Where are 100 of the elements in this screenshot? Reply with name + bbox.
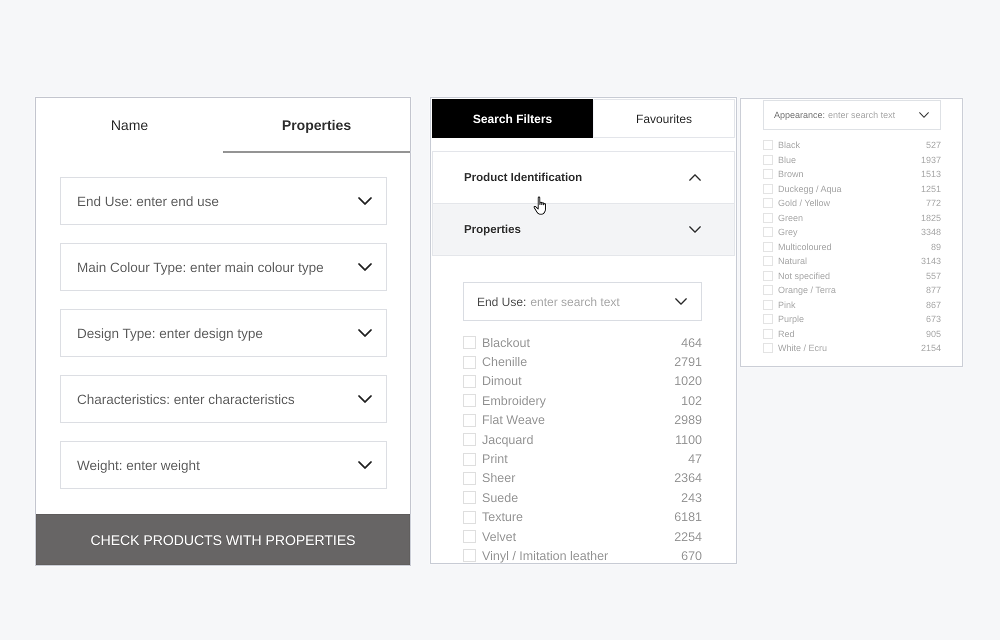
option-label: Orange / Terra: [778, 285, 837, 296]
chevron-down-icon: [358, 395, 372, 403]
option-count: 905: [926, 328, 941, 339]
option-label: Sheer: [482, 471, 516, 486]
option-label: Multicoloured: [778, 242, 833, 252]
option-count: 673: [926, 314, 941, 324]
option-count: 47: [688, 452, 702, 466]
option-count: 464: [681, 336, 702, 350]
checkbox[interactable]: [463, 510, 476, 524]
checkbox[interactable]: [463, 374, 476, 388]
chevron-down-icon: [358, 197, 372, 205]
dropdown-field[interactable]: Appearance: enter search text: [763, 100, 941, 130]
option-count: 527: [926, 140, 941, 150]
option-label: Jacquard: [482, 432, 534, 447]
checkbox[interactable]: [763, 169, 773, 180]
option-label: Print: [482, 452, 509, 466]
checkbox[interactable]: [763, 314, 773, 324]
option-label: Red: [778, 328, 796, 339]
option-count: 670: [681, 548, 702, 563]
option-label: Purple: [778, 314, 806, 324]
option-label: Grey: [778, 227, 799, 238]
accordion-header[interactable]: Properties: [433, 204, 734, 256]
checkbox[interactable]: [763, 140, 773, 150]
checkbox[interactable]: [763, 242, 773, 252]
option-label: Gold / Yellow: [778, 198, 832, 208]
dropdown-field[interactable]: End Use: enter search text: [463, 282, 702, 321]
checkbox[interactable]: [763, 270, 773, 281]
option-count: 1513: [920, 169, 941, 180]
field-label: Appearance:: [774, 110, 826, 120]
option-count: 2791: [674, 355, 702, 370]
checkbox[interactable]: [763, 184, 773, 194]
option-count: 102: [681, 394, 702, 408]
checkbox[interactable]: [763, 300, 773, 310]
dropdown-field[interactable]: Weight: enter weight: [60, 441, 387, 489]
option-label: Duckegg / Aqua: [778, 184, 843, 194]
checkbox[interactable]: [763, 343, 773, 354]
checkbox[interactable]: [463, 336, 476, 350]
dropdown-input[interactable]: Characteristics: enter characteristics: [77, 392, 358, 406]
option-label: Blackout: [482, 336, 531, 350]
option-count: 2989: [674, 413, 702, 428]
option-label: Brown: [778, 169, 805, 180]
dropdown-field[interactable]: Characteristics: enter characteristics: [60, 375, 387, 423]
dropdown-input[interactable]: End Use: enter end use: [77, 194, 358, 208]
checkbox[interactable]: [463, 394, 476, 408]
option-count: 1937: [920, 154, 941, 165]
option-count: 3348: [920, 227, 941, 238]
option-label: Vinyl / Imitation leather: [482, 548, 610, 563]
dropdown-field[interactable]: Main Colour Type: enter main colour type: [60, 243, 387, 291]
checkbox[interactable]: [463, 356, 476, 369]
checkbox[interactable]: [763, 212, 773, 223]
option-label: Black: [778, 140, 802, 150]
option-count: 2364: [674, 471, 702, 486]
checkbox[interactable]: [763, 227, 773, 238]
option-label: Chenille: [482, 355, 528, 370]
checkbox[interactable]: [463, 452, 476, 466]
checkbox[interactable]: [763, 256, 773, 266]
checkbox[interactable]: [463, 549, 476, 562]
search-input[interactable]: enter search text: [828, 110, 916, 120]
checkbox[interactable]: [763, 198, 773, 208]
option-label: Not specified: [778, 270, 832, 281]
checkbox[interactable]: [463, 472, 476, 485]
option-label: Natural: [778, 256, 808, 266]
chevron-down-icon: [675, 298, 687, 305]
checkbox[interactable]: [463, 433, 476, 446]
option-count: 867: [926, 300, 941, 310]
dropdown-input[interactable]: Design Type: enter design type: [77, 326, 358, 340]
option-count: 2254: [674, 530, 702, 544]
checkbox[interactable]: [763, 154, 773, 165]
field-label: End Use:: [477, 294, 526, 308]
checkbox[interactable]: [463, 491, 476, 504]
checkbox[interactable]: [763, 328, 773, 339]
option-count: 557: [926, 270, 941, 281]
option-count: 3143: [920, 256, 941, 266]
chevron-up-icon: [689, 174, 701, 181]
option-count: 1100: [675, 432, 702, 447]
chevron-down-icon: [919, 112, 929, 118]
option-label: Dimout: [482, 374, 523, 388]
option-label: Suede: [482, 490, 520, 505]
checkbox[interactable]: [763, 285, 773, 296]
option-label: Flat Weave: [482, 413, 546, 428]
option-label: Embroidery: [482, 394, 547, 408]
option-count: 89: [930, 242, 941, 252]
option-label: White / Ecru: [778, 343, 828, 354]
dropdown-field[interactable]: Design Type: enter design type: [60, 309, 387, 357]
tab[interactable]: Search Filters: [432, 99, 593, 138]
dropdown-input[interactable]: Main Colour Type: enter main colour type: [77, 260, 358, 274]
option-count: 1020: [674, 374, 702, 388]
option-label: Blue: [778, 154, 798, 165]
checkbox[interactable]: [463, 530, 476, 544]
checkbox[interactable]: [463, 414, 476, 427]
option-count: 1251: [920, 184, 941, 194]
check-products-button[interactable]: CHECK PRODUCTS WITH PROPERTIES: [36, 514, 410, 565]
option-label: Texture: [482, 510, 524, 524]
option-count: 772: [926, 198, 941, 208]
option-count: 877: [926, 285, 941, 296]
option-label: Velvet: [482, 530, 518, 544]
tab[interactable]: Favourites: [593, 99, 735, 138]
search-input[interactable]: enter search text: [530, 294, 671, 308]
dropdown-input[interactable]: Weight: enter weight: [77, 458, 358, 472]
dropdown-field[interactable]: End Use: enter end use: [60, 177, 387, 225]
